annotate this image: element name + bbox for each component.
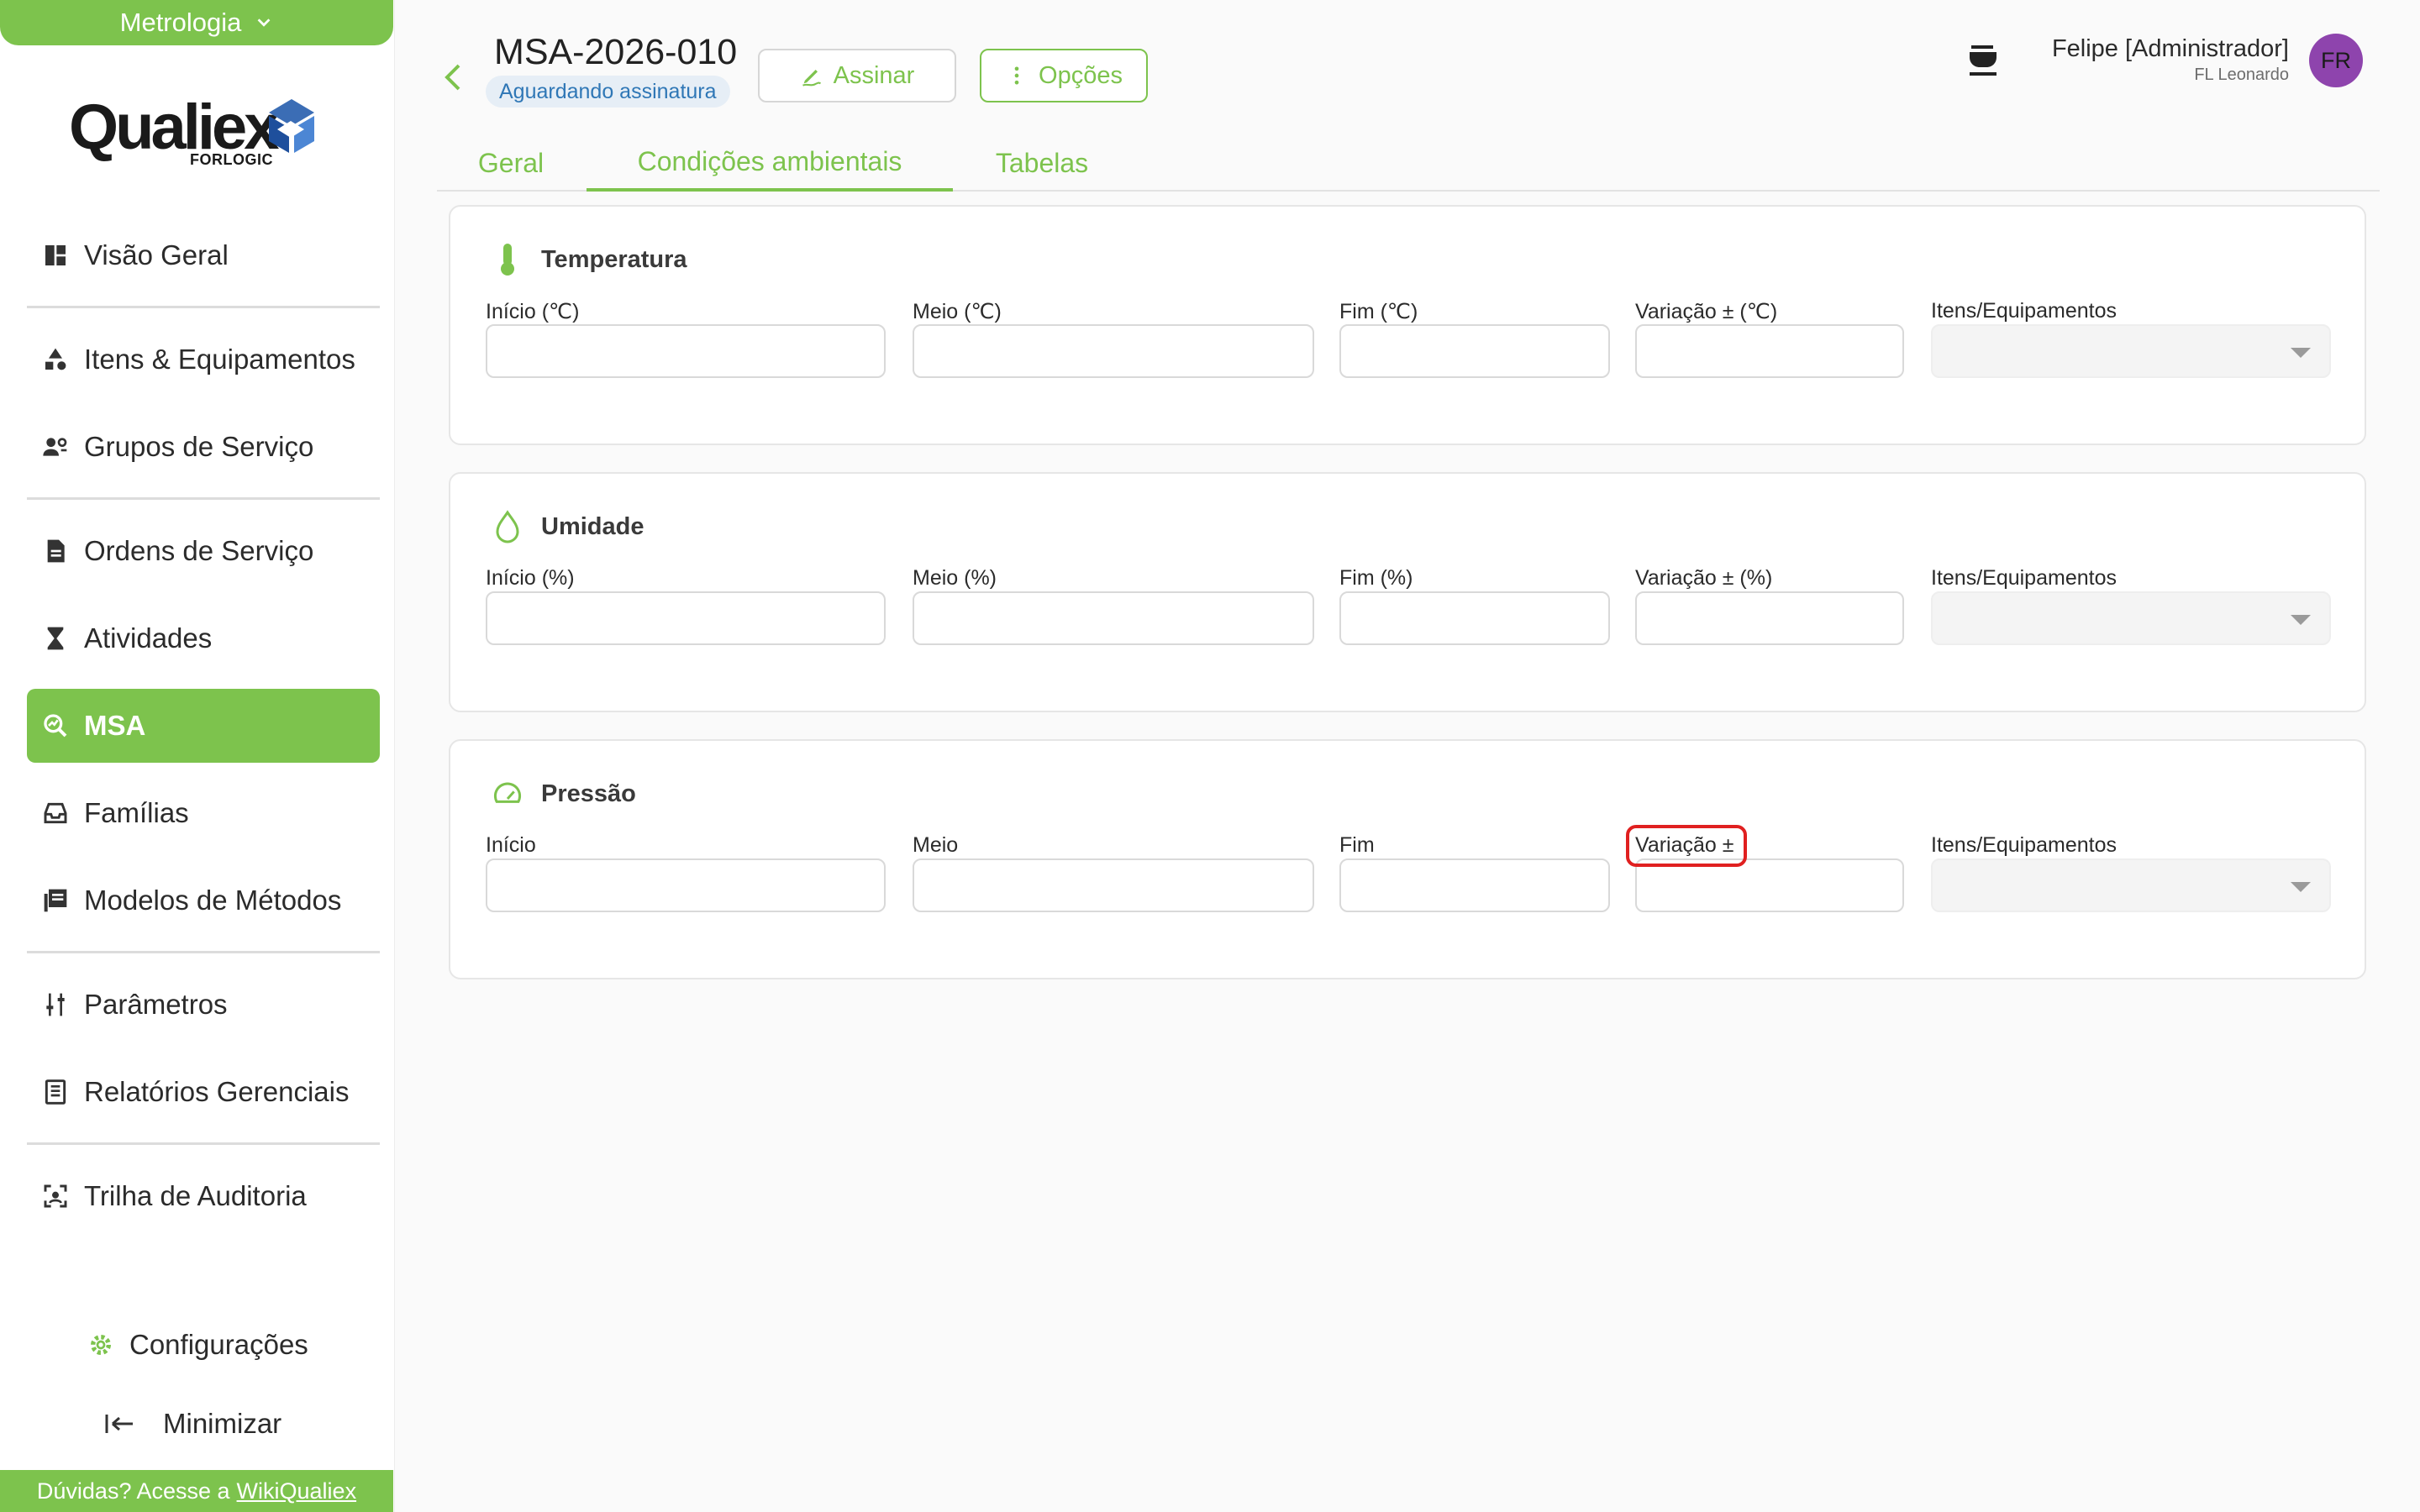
pressure-start-label: Início	[486, 833, 536, 857]
module-switcher[interactable]: Metrologia	[0, 0, 393, 45]
pressure-equipment-label: Itens/Equipamentos	[1931, 833, 2117, 857]
temp-middle-input[interactable]	[913, 324, 1314, 378]
pressure-start-input[interactable]	[486, 858, 886, 912]
temp-end-label: Fim (℃)	[1339, 300, 1418, 323]
minimize-button[interactable]: Minimizar	[104, 1408, 281, 1440]
sidebar-item-familias[interactable]: Famílias	[27, 776, 380, 850]
humidity-end-label: Fim (%)	[1339, 566, 1413, 590]
temp-start-label: Início (℃)	[486, 300, 580, 323]
pressure-middle-input[interactable]	[913, 858, 1314, 912]
module-name: Metrologia	[119, 8, 242, 37]
settings-link[interactable]: Configurações	[87, 1329, 308, 1361]
sidebar-divider	[27, 306, 380, 308]
temp-middle-label: Meio (℃)	[913, 300, 1002, 323]
speedometer-icon	[493, 782, 522, 803]
tab-condicoes-ambientais[interactable]: Condições ambientais	[587, 134, 953, 192]
tab-geral[interactable]: Geral	[454, 134, 568, 192]
pressure-middle-label: Meio	[913, 833, 959, 857]
thermometer-icon	[501, 244, 514, 276]
user-organization: FL Leonardo	[2194, 66, 2289, 84]
avatar[interactable]: FR	[2309, 34, 2363, 87]
dropdown-caret-icon	[2291, 882, 2311, 892]
dropdown-caret-icon	[2291, 348, 2311, 358]
sidebar-item-modelos-metodos[interactable]: Modelos de Métodos	[27, 864, 380, 937]
coffee-icon[interactable]	[1966, 42, 2000, 79]
sidebar-item-relatorios[interactable]: Relatórios Gerenciais	[27, 1055, 380, 1129]
dashboard-icon	[45, 245, 66, 265]
options-button[interactable]: Opções	[980, 49, 1148, 102]
temp-equipment-select[interactable]	[1931, 324, 2331, 378]
humidity-equipment-select[interactable]	[1931, 591, 2331, 645]
shapes-icon	[45, 348, 66, 370]
humidity-end-input[interactable]	[1339, 591, 1610, 645]
sidebar: Metrologia Qualiex FORLOGIC Visão Geral …	[0, 0, 395, 1512]
temperature-card: Temperatura Início (℃) Meio (℃) Fim (℃) …	[449, 205, 2366, 445]
pressure-title: Pressão	[492, 776, 636, 811]
humidity-card: Umidade Início (%) Meio (%) Fim (%) Vari…	[449, 472, 2366, 712]
group-settings-icon	[43, 438, 67, 456]
help-bar: Dúvidas? Acesse a WikiQualiex	[0, 1470, 393, 1512]
hourglass-icon	[47, 627, 64, 650]
dropdown-caret-icon	[2291, 615, 2311, 625]
sidebar-divider	[27, 1142, 380, 1145]
humidity-equipment-label: Itens/Equipamentos	[1931, 566, 2117, 590]
chevron-down-icon	[257, 18, 271, 27]
gear-icon	[91, 1335, 111, 1355]
collapse-left-icon	[105, 1415, 133, 1433]
pressure-card: Pressão Início Meio Fim Variação ± Itens…	[449, 739, 2366, 979]
sliders-icon	[46, 993, 65, 1016]
water-drop-icon	[496, 510, 519, 543]
pressure-end-label: Fim	[1339, 833, 1375, 857]
sidebar-item-visao-geral[interactable]: Visão Geral	[27, 218, 380, 292]
signature-icon	[802, 70, 821, 87]
logo-mark-icon	[269, 99, 314, 153]
sidebar-item-msa[interactable]: MSA	[27, 689, 380, 763]
sidebar-divider	[27, 497, 380, 500]
sidebar-item-itens-equipamentos[interactable]: Itens & Equipamentos	[27, 323, 380, 396]
sidebar-item-ordens-servico[interactable]: Ordens de Serviço	[27, 514, 380, 588]
temp-equipment-label: Itens/Equipamentos	[1931, 299, 2117, 323]
user-name: Felipe [Administrador]	[2051, 35, 2289, 62]
temp-variation-label: Variação ± (℃)	[1635, 300, 1778, 323]
audit-scan-icon	[44, 1184, 67, 1208]
tab-tabelas[interactable]: Tabelas	[975, 134, 1109, 192]
page-title: MSA-2026-010	[494, 32, 738, 72]
humidity-variation-input[interactable]	[1635, 591, 1904, 645]
humidity-variation-label: Variação ± (%)	[1635, 566, 1773, 590]
sign-button[interactable]: Assinar	[758, 49, 956, 102]
back-arrow-icon[interactable]	[439, 60, 466, 94]
sidebar-item-atividades[interactable]: Atividades	[27, 601, 380, 675]
temp-start-input[interactable]	[486, 324, 886, 378]
sidebar-item-trilha-auditoria[interactable]: Trilha de Auditoria	[27, 1159, 380, 1233]
humidity-start-label: Início (%)	[486, 566, 575, 590]
qualiex-logo: Qualiex FORLOGIC	[69, 91, 329, 175]
inbox-icon	[44, 802, 67, 824]
temperature-title: Temperatura	[492, 242, 687, 277]
temp-end-input[interactable]	[1339, 324, 1610, 378]
status-badge: Aguardando assinatura	[486, 76, 730, 108]
highlight-outline	[1626, 825, 1747, 867]
temp-variation-input[interactable]	[1635, 324, 1904, 378]
sidebar-item-parametros[interactable]: Parâmetros	[27, 968, 380, 1042]
pressure-equipment-select[interactable]	[1931, 858, 2331, 912]
query-stats-icon	[44, 714, 67, 738]
document-icon	[47, 539, 65, 563]
humidity-title: Umidade	[492, 509, 644, 544]
sidebar-divider	[27, 951, 380, 953]
library-books-icon	[44, 889, 67, 912]
humidity-start-input[interactable]	[486, 591, 886, 645]
wiki-link[interactable]: WikiQualiex	[237, 1478, 357, 1504]
report-icon	[45, 1079, 66, 1105]
humidity-middle-label: Meio (%)	[913, 566, 997, 590]
humidity-middle-input[interactable]	[913, 591, 1314, 645]
pressure-end-input[interactable]	[1339, 858, 1610, 912]
sidebar-item-grupos-servico[interactable]: Grupos de Serviço	[27, 410, 380, 484]
more-vertical-icon	[1014, 66, 1019, 85]
